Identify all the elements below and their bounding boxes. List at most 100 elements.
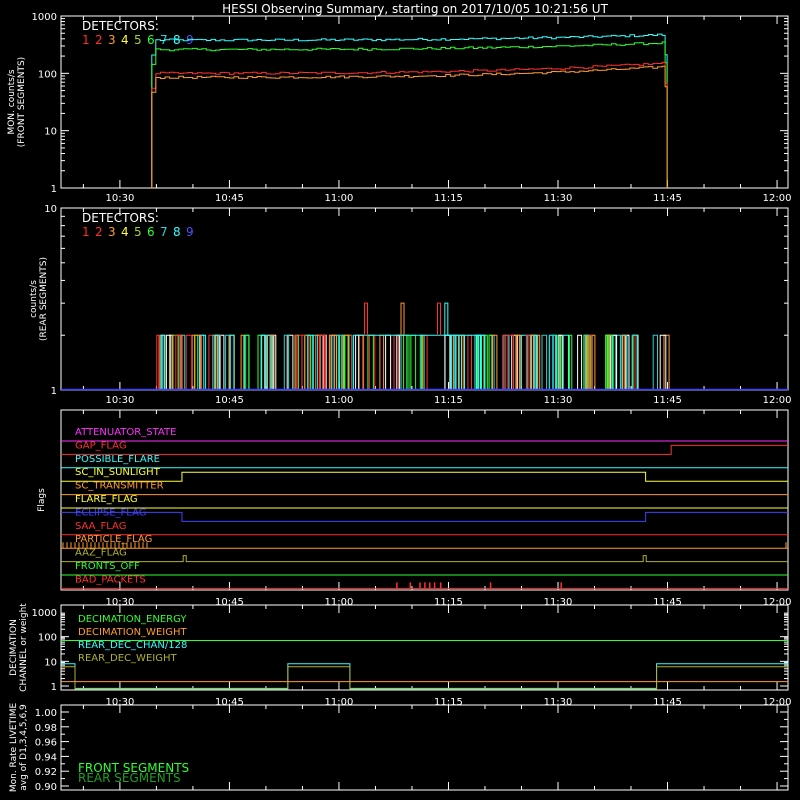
rear-legend-detector: 8: [173, 225, 181, 239]
rear-count-spike: [283, 334, 290, 390]
decimation-legend-entry: DECIMATION_ENERGY: [78, 614, 187, 625]
rear-legend-detector: 7: [160, 225, 168, 239]
flags-flag-spike: [439, 582, 442, 589]
decimation-legend-entry: REAR_DEC_WEIGHT: [78, 653, 177, 664]
rear-count-spike: [568, 334, 573, 390]
rear-count-spike: [444, 334, 451, 390]
flags-flag-label: SAA_FLAG: [75, 521, 126, 532]
decimation-y-axis-label: CHANNEL or weight: [19, 603, 29, 692]
decimation-legend-entry: DECIMATION_WEIGHT: [78, 627, 187, 638]
flags-flag-label: BAD_PACKETS: [75, 574, 146, 585]
rear-count-spike: [355, 334, 360, 390]
rear-count-spike: [541, 334, 548, 390]
rear-x-tick-label: 11:30: [544, 395, 573, 406]
rear-count-high: [444, 302, 449, 336]
flags-flag-label: POSSIBLE_FLARE: [75, 454, 160, 465]
front-legend-detector: 4: [121, 33, 129, 47]
rear-legend-detector: 5: [134, 225, 142, 239]
decimation-series-line: [61, 666, 788, 690]
front-series-line: [151, 61, 668, 188]
rear-count-spike: [379, 334, 385, 390]
front-legend-detector: 3: [108, 33, 116, 47]
rear-count-spike: [301, 334, 306, 390]
rear-count-spike: [520, 334, 528, 390]
rear-count-spike: [622, 334, 626, 390]
rear-count-spike: [185, 334, 193, 390]
rear-legend-detector: 3: [108, 225, 116, 239]
livetime-y-tick-label: 0.90: [35, 782, 57, 793]
front-y-axis-label: MON. counts/s: [7, 69, 17, 134]
flags-flag-line: [61, 555, 788, 563]
livetime-y-tick-label: 0.94: [35, 752, 57, 763]
rear-count-spike: [663, 334, 670, 390]
rear-legend-detector: 4: [121, 225, 129, 239]
flags-flag-label: FLARE_FLAG: [75, 494, 138, 505]
rear-count-spike: [161, 334, 165, 390]
front-x-tick-label: 10:30: [105, 193, 134, 204]
rear-count-high: [364, 302, 369, 336]
front-x-tick-label: 10:45: [215, 193, 244, 204]
decimation-series-line: [61, 663, 788, 689]
front-legend-detector: 1: [82, 33, 90, 47]
flags-flag-spike: [429, 582, 431, 589]
front-legend-detector: 2: [95, 33, 103, 47]
rear-count-spike: [467, 334, 472, 390]
flags-flag-label: SC_IN_SUNLIGHT: [75, 467, 161, 478]
rear-count-spike: [294, 334, 298, 390]
rear-y-axis-label: counts/s: [29, 280, 39, 318]
flags-flag-spike: [560, 582, 562, 589]
front-y-tick-label: 1000: [32, 12, 57, 23]
rear-count-spike: [385, 334, 392, 390]
front-frame: [60, 15, 789, 189]
rear-count-spike: [492, 334, 498, 390]
rear-count-spike: [516, 334, 521, 390]
front-legend-detector: 6: [147, 33, 155, 47]
rear-count-spike: [410, 334, 417, 390]
flags-flag-spike: [409, 582, 412, 589]
rear-count-high: [437, 302, 442, 336]
rear-count-spike: [652, 334, 658, 390]
front-x-tick-label: 12:00: [763, 193, 792, 204]
rear-x-tick-label: 11:45: [653, 395, 682, 406]
rear-x-tick-label: 10:45: [215, 395, 244, 406]
rear-count-spike: [225, 334, 231, 390]
rear-legend-detector: 1: [82, 225, 90, 239]
rear-count-spike: [367, 334, 374, 390]
decimation-y-tick-label: 10: [44, 657, 57, 668]
decimation-y-tick-label: 1000: [32, 608, 57, 619]
rear-count-spike: [659, 334, 667, 390]
front-y-tick-label: 10: [44, 127, 57, 138]
flags-flag-label: ATTENUATOR_STATE: [75, 427, 176, 438]
rear-count-spike: [626, 334, 630, 390]
rear-count-spike: [530, 334, 534, 390]
rear-x-tick-label: 12:00: [763, 395, 792, 406]
rear-count-spike: [393, 334, 399, 390]
front-x-tick-label: 11:45: [653, 193, 682, 204]
front-y-tick-label: 1: [51, 184, 57, 195]
flags-flag-spike: [424, 582, 426, 589]
rear-legend-detector: 6: [147, 225, 155, 239]
rear-count-spike: [156, 334, 160, 390]
rear-x-tick-label: 10:30: [105, 395, 134, 406]
flags-flag-label: SC_TRANSMITTER: [75, 481, 164, 492]
observing-summary-chart: HESSI Observing Summary, starting on 201…: [7, 2, 792, 793]
rear-x-tick-label: 11:00: [325, 395, 354, 406]
livetime-y-tick-label: 0.98: [35, 723, 57, 734]
front-series-line: [151, 41, 668, 188]
rear-count-spike: [562, 334, 569, 390]
rear-y-axis-label: (REAR SEGMENTS): [39, 257, 49, 341]
decimation-y-tick-label: 1: [51, 682, 57, 693]
livetime-y-tick-label: 0.92: [35, 767, 57, 778]
flags-y-axis-label: Flags: [37, 488, 47, 512]
front-y-tick-label: 100: [38, 69, 57, 80]
rear-count-spike: [245, 334, 250, 390]
front-legend-detector: 5: [134, 33, 142, 47]
livetime-y-tick-label: 0.96: [35, 738, 57, 749]
flags-flag-label: GAP_FLAG: [75, 440, 127, 451]
decimation-y-axis-label: DECIMATION: [9, 619, 19, 676]
rear-legend-detector: 2: [95, 225, 103, 239]
flags-flag-label: AAZ_FLAG: [75, 548, 127, 559]
chart-title: HESSI Observing Summary, starting on 201…: [222, 2, 608, 16]
front-legend-title: DETECTORS:: [82, 19, 159, 33]
rear-x-tick-label: 11:15: [434, 395, 463, 406]
